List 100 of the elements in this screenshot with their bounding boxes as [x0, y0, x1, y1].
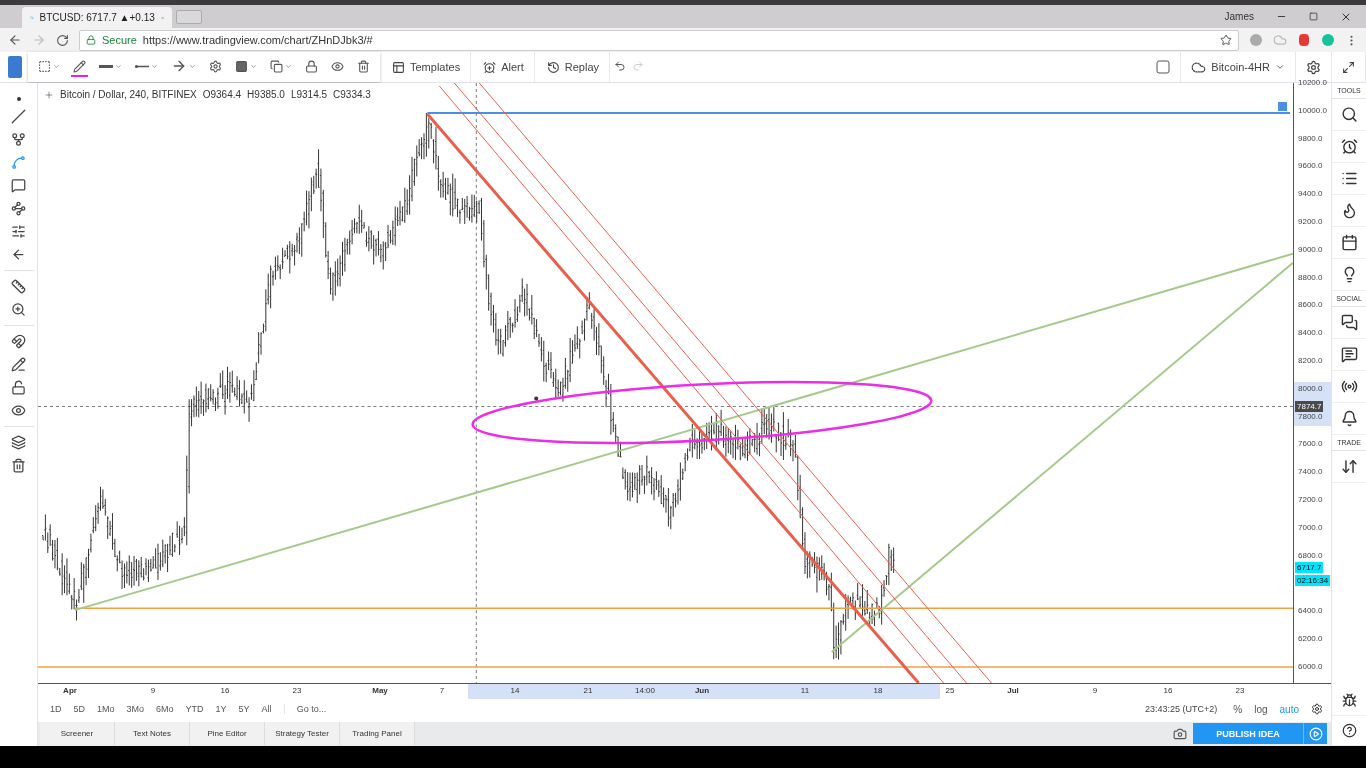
price-label: 7600.0 [1298, 439, 1323, 449]
trash-icon[interactable] [11, 458, 26, 473]
range-button[interactable]: YTD [185, 704, 204, 715]
layers-icon[interactable] [11, 435, 26, 450]
panel-tab[interactable]: Trading Panel [340, 722, 415, 746]
price-label: 7800.0 [1298, 411, 1323, 421]
crosshair-price-label: 7874.7 [1295, 401, 1324, 412]
clock-text: 23:43:25 (UTC+2) [1144, 704, 1218, 715]
range-button[interactable]: 6Mo [156, 704, 174, 715]
range-button[interactable]: 5D [73, 704, 86, 715]
range-button[interactable]: 3Mo [126, 704, 145, 715]
price-label: 6000.0 [1298, 661, 1323, 671]
user-name: James [1224, 11, 1254, 22]
price-label: 10200.0 [1298, 78, 1327, 87]
back-icon[interactable] [8, 33, 22, 47]
line-icon[interactable] [11, 109, 26, 124]
trash-icon [357, 59, 370, 73]
callout-icon[interactable] [11, 178, 26, 193]
tab-title: BTCUSD: 6717.7 ▲+0.13 [39, 12, 155, 23]
range-button[interactable]: 1Mo [97, 704, 115, 715]
magnet-icon[interactable] [11, 334, 26, 349]
list-icon [1340, 170, 1358, 187]
last-price-label: 6717.7 [1295, 562, 1324, 573]
pencil-button[interactable] [71, 57, 88, 77]
range-button[interactable]: 1D [50, 704, 62, 715]
caret-icon [285, 62, 292, 70]
price-label: 8800.0 [1298, 272, 1323, 282]
time-label: 18 [873, 686, 883, 696]
price-label: 9000.0 [1298, 244, 1323, 254]
secure-label: Secure [102, 34, 137, 46]
chat-icon [1340, 314, 1358, 331]
bell-icon [1340, 410, 1358, 427]
alarm-clock-icon [483, 60, 497, 74]
time-label: May [372, 686, 388, 696]
checkbox[interactable] [1156, 60, 1171, 74]
dashed-line-icon [135, 64, 149, 68]
panel-tab[interactable]: Screener [40, 722, 115, 746]
trade-arrows-icon [1340, 458, 1358, 475]
alarm-clock-icon [1340, 138, 1358, 155]
reload-icon[interactable] [56, 33, 69, 47]
fullscreen-icon [1342, 60, 1355, 74]
pattern-icon[interactable] [11, 201, 26, 216]
time-label: Jun [694, 686, 710, 696]
settings-icon [209, 59, 222, 73]
pitchfork-icon[interactable] [11, 132, 26, 147]
unlock-icon[interactable] [11, 380, 26, 395]
goto-button[interactable]: Go to... [283, 704, 327, 715]
horizontal-line[interactable] [426, 111, 1291, 114]
play-icon [1308, 726, 1323, 741]
dot-icon[interactable] [16, 97, 21, 101]
time-label: 11 [800, 686, 810, 696]
help-icon [1341, 723, 1357, 738]
play-button[interactable] [1303, 723, 1327, 745]
panel-tab[interactable]: Pine Editor [190, 722, 265, 746]
ohlc-value: L9314.5 [290, 89, 328, 100]
star-icon[interactable] [1220, 34, 1232, 46]
calendar-icon [1340, 234, 1358, 251]
time-label: 23 [1235, 686, 1245, 696]
range-button[interactable]: 5Y [238, 704, 250, 715]
caret-icon [115, 62, 122, 70]
panel-tab[interactable]: Text Notes [115, 722, 190, 746]
time-label: 7 [439, 686, 445, 696]
url-text: https://www.tradingview.com/chart/ZHnDJbk3/# [142, 34, 373, 46]
camera-icon[interactable] [1173, 726, 1187, 741]
range-button[interactable]: All [261, 704, 272, 715]
settings-icon[interactable] [1311, 703, 1323, 716]
extension-icon[interactable] [1297, 33, 1311, 47]
lock-icon [86, 35, 96, 45]
ellipse-drawing[interactable] [471, 380, 933, 445]
range-button[interactable]: 1Y [215, 704, 227, 715]
price-label: 6800.0 [1298, 550, 1323, 560]
price-label: 7000.0 [1298, 522, 1323, 532]
eye-icon[interactable] [11, 403, 26, 418]
caret-icon [53, 62, 60, 70]
price-label: 8200.0 [1298, 356, 1323, 365]
time-label: 14:00 [635, 686, 655, 696]
price-label: 6400.0 [1298, 606, 1323, 616]
search-icon [1340, 106, 1358, 123]
ohlc-value: O9364.4 [202, 89, 242, 100]
bug-icon [1341, 693, 1357, 708]
price-label: 9400.0 [1298, 189, 1323, 199]
lock-icon [305, 59, 318, 73]
scale-option[interactable]: log [1254, 703, 1268, 715]
trend-line[interactable] [73, 252, 1293, 612]
time-label: 9 [1092, 686, 1098, 696]
time-label: 21 [583, 686, 593, 696]
browser-tab[interactable]: BTCUSD: 6717.7 ▲+0.13 [22, 7, 172, 28]
zoom-icon[interactable] [11, 302, 26, 317]
panel-tab[interactable]: Strategy Tester [265, 722, 340, 746]
ohlc-value: C9334.3 [333, 89, 371, 100]
restore-icon[interactable] [1309, 12, 1318, 21]
price-label: 8000.0 [1298, 383, 1323, 393]
template-icon [392, 60, 405, 74]
address-field[interactable]: Secure https://www.tradingview.com/chart/ZHnDJbk3/# [79, 29, 1239, 51]
alert-marker[interactable] [1278, 101, 1287, 111]
scale-option[interactable]: % [1233, 703, 1243, 715]
symbol-title[interactable]: Bitcoin / Dollar, 240, BITFINEX [60, 89, 197, 100]
price-label: 7200.0 [1298, 495, 1323, 504]
selection-icon [38, 59, 51, 73]
ruler-icon[interactable] [11, 279, 26, 294]
